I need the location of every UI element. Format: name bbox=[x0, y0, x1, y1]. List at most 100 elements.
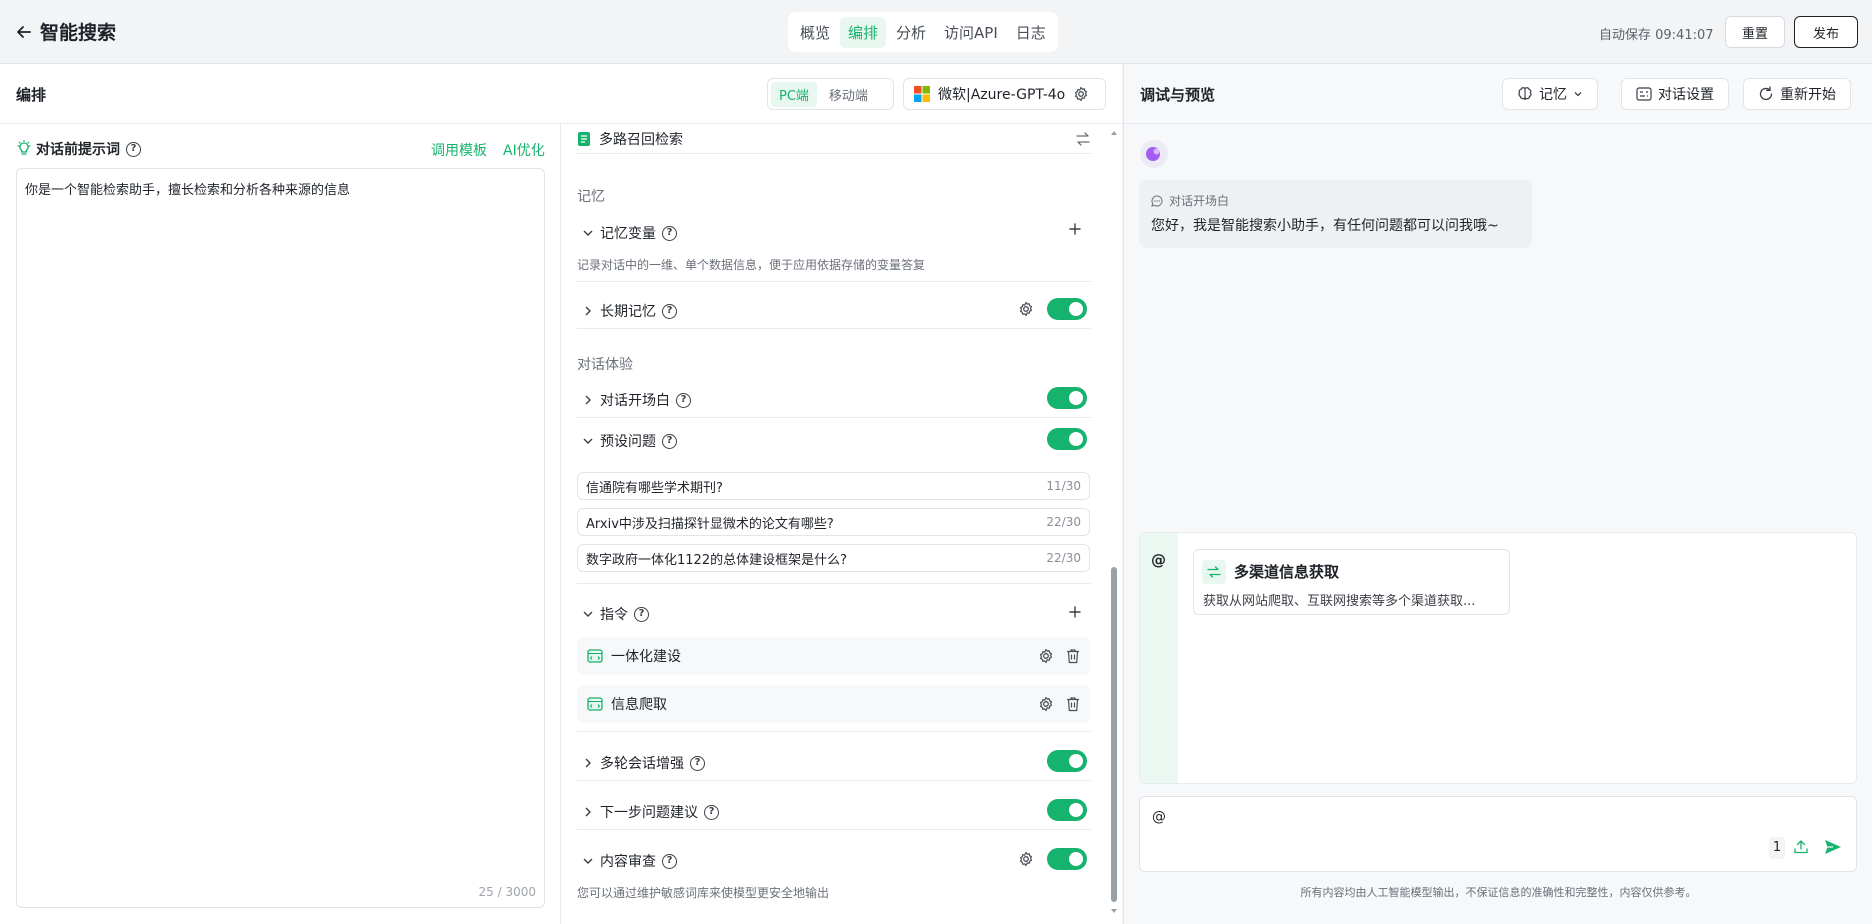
skill-card[interactable]: 多渠道信息获取 获取从网站爬取、互联网搜索等多个渠道获取... bbox=[1193, 549, 1510, 615]
tab-api[interactable]: 访问API bbox=[936, 17, 1006, 48]
publish-button[interactable]: 发布 bbox=[1794, 16, 1858, 48]
swap-icon[interactable] bbox=[1075, 131, 1091, 146]
chat-settings-label: 对话设置 bbox=[1658, 87, 1714, 103]
document-icon bbox=[577, 131, 591, 147]
next-suggest-toggle[interactable] bbox=[1047, 799, 1087, 821]
refresh-icon bbox=[1758, 86, 1774, 102]
tab-overview[interactable]: 概览 bbox=[792, 17, 838, 48]
chat-input[interactable]: @ 1 bbox=[1139, 796, 1857, 872]
preset-question-input[interactable]: 信通院有哪些学术期刊? 11/30 bbox=[577, 472, 1090, 500]
autosave-status: 自动保存 09:41:07 bbox=[1599, 28, 1714, 43]
gear-icon[interactable] bbox=[1073, 86, 1089, 102]
skill-title: 多渠道信息获取 bbox=[1234, 563, 1340, 581]
help-icon[interactable]: ? bbox=[662, 225, 677, 241]
preset-question-input[interactable]: Arxiv中涉及扫描探针显微术的论文有哪些? 22/30 bbox=[577, 508, 1090, 536]
editor-title: 编排 bbox=[16, 86, 47, 104]
help-icon[interactable]: ? bbox=[634, 606, 649, 622]
settings-panel-icon bbox=[1636, 87, 1652, 101]
ai-optimize-link[interactable]: AI优化 bbox=[503, 140, 545, 160]
divider bbox=[577, 731, 1091, 732]
plus-icon[interactable] bbox=[1068, 222, 1082, 236]
gear-icon[interactable] bbox=[1038, 648, 1054, 664]
preset-label: 预设问题 bbox=[600, 434, 656, 450]
opening-tag-label: 对话开场白 bbox=[1169, 194, 1230, 208]
memory-button[interactable]: 记忆 bbox=[1502, 78, 1598, 110]
preset-row[interactable]: 预设问题 ? bbox=[582, 431, 677, 451]
help-icon[interactable]: ? bbox=[676, 392, 691, 408]
memory-button-label: 记忆 bbox=[1539, 87, 1567, 103]
platform-pc[interactable]: PC端 bbox=[771, 81, 817, 107]
moderation-toggle[interactable] bbox=[1047, 848, 1087, 870]
upload-icon[interactable] bbox=[1793, 839, 1809, 855]
memory-group-title: 记忆 bbox=[577, 189, 605, 205]
help-icon[interactable]: ? bbox=[704, 804, 719, 820]
trash-icon[interactable] bbox=[1066, 648, 1080, 664]
retrieval-row[interactable]: 多路召回检索 bbox=[577, 124, 1091, 154]
model-selector[interactable]: 微软|Azure-GPT-4o bbox=[903, 78, 1106, 110]
memory-vars-row[interactable]: 记忆变量 ? bbox=[582, 223, 677, 243]
multi-turn-toggle[interactable] bbox=[1047, 750, 1087, 772]
opening-toggle[interactable] bbox=[1047, 387, 1087, 409]
skill-card-area: @ 多渠道信息获取 获取从网站爬取、互联网搜索等多个渠道获取... bbox=[1139, 532, 1857, 784]
preset-question-count: 22/30 bbox=[1046, 551, 1081, 565]
divider bbox=[577, 417, 1091, 418]
multi-turn-row[interactable]: 多轮会话增强 ? bbox=[582, 753, 705, 773]
tab-orchestrate[interactable]: 编排 bbox=[840, 16, 887, 48]
long-memory-row[interactable]: 长期记忆 ? bbox=[582, 301, 677, 321]
long-memory-toggle[interactable] bbox=[1047, 298, 1087, 320]
gear-icon[interactable] bbox=[1038, 696, 1054, 712]
at-symbol: @ bbox=[1151, 551, 1166, 569]
brain-icon bbox=[1517, 86, 1533, 102]
next-suggest-row[interactable]: 下一步问题建议 ? bbox=[582, 802, 719, 822]
restart-button[interactable]: 重新开始 bbox=[1743, 78, 1851, 110]
help-icon[interactable]: ? bbox=[690, 755, 705, 771]
help-icon[interactable]: ? bbox=[126, 141, 141, 157]
attachment-count: 1 bbox=[1769, 837, 1785, 859]
memory-vars-note: 记录对话中的一维、单个数据信息，便于应用依据存储的变量答复 bbox=[577, 258, 926, 272]
platform-switch: PC端 移动端 bbox=[767, 78, 894, 110]
column-divider bbox=[560, 124, 561, 924]
plus-icon[interactable] bbox=[1068, 605, 1082, 619]
chat-bubble-icon bbox=[1151, 194, 1163, 207]
command-item[interactable]: 一体化建设 bbox=[577, 637, 1090, 675]
reset-button[interactable]: 重置 bbox=[1725, 16, 1785, 48]
trash-icon[interactable] bbox=[1066, 696, 1080, 712]
config-scrollbar[interactable] bbox=[1110, 124, 1118, 919]
preset-question-input[interactable]: 数字政府一体化1122的总体建设框架是什么? 22/30 bbox=[577, 544, 1090, 572]
gear-icon[interactable] bbox=[1018, 851, 1034, 867]
swap-icon bbox=[1202, 560, 1226, 584]
gear-icon[interactable] bbox=[1018, 301, 1034, 317]
app-title: 智能搜索 bbox=[40, 22, 117, 44]
commands-label: 指令 bbox=[600, 607, 628, 623]
preset-toggle[interactable] bbox=[1047, 428, 1087, 450]
moderation-row[interactable]: 内容审查 ? bbox=[582, 851, 677, 871]
model-name: 微软|Azure-GPT-4o bbox=[938, 87, 1066, 103]
help-icon[interactable]: ? bbox=[662, 303, 677, 319]
help-icon[interactable]: ? bbox=[662, 433, 677, 449]
moderation-label: 内容审查 bbox=[600, 854, 656, 870]
command-icon bbox=[587, 649, 603, 663]
opening-row[interactable]: 对话开场白 ? bbox=[582, 390, 691, 410]
send-icon[interactable] bbox=[1824, 839, 1842, 855]
back-arrow-icon[interactable] bbox=[14, 22, 34, 42]
commands-row[interactable]: 指令 ? bbox=[582, 604, 649, 624]
prompt-char-count: 25 / 3000 bbox=[478, 885, 536, 899]
chevron-right-icon bbox=[585, 758, 591, 768]
help-icon[interactable]: ? bbox=[662, 853, 677, 869]
editor-panel: 编排 PC端 移动端 微软|Azure-GPT-4o 对话前提示词 ? 调用模板… bbox=[0, 64, 1122, 924]
skill-description: 获取从网站爬取、互联网搜索等多个渠道获取... bbox=[1203, 594, 1476, 609]
tab-analysis[interactable]: 分析 bbox=[888, 17, 934, 48]
preset-question-text: 数字政府一体化1122的总体建设框架是什么? bbox=[586, 552, 847, 568]
template-link[interactable]: 调用模板 bbox=[431, 140, 487, 160]
preview-title: 调试与预览 bbox=[1140, 86, 1216, 104]
skill-strip bbox=[1140, 533, 1178, 783]
command-item[interactable]: 信息爬取 bbox=[577, 685, 1090, 723]
prompt-textarea[interactable]: 你是一个智能检索助手，擅长检索和分析各种来源的信息 25 / 3000 bbox=[16, 168, 545, 908]
platform-mobile[interactable]: 移动端 bbox=[821, 82, 876, 107]
preview-panel: 调试与预览 记忆 对话设置 重新开始 对话开场白 您好，我是智能搜索小助手，有任… bbox=[1123, 64, 1872, 924]
chat-settings-button[interactable]: 对话设置 bbox=[1621, 78, 1729, 110]
multi-turn-label: 多轮会话增强 bbox=[600, 756, 684, 772]
divider bbox=[577, 328, 1091, 329]
tab-logs[interactable]: 日志 bbox=[1008, 17, 1054, 48]
bulb-icon bbox=[16, 140, 32, 156]
